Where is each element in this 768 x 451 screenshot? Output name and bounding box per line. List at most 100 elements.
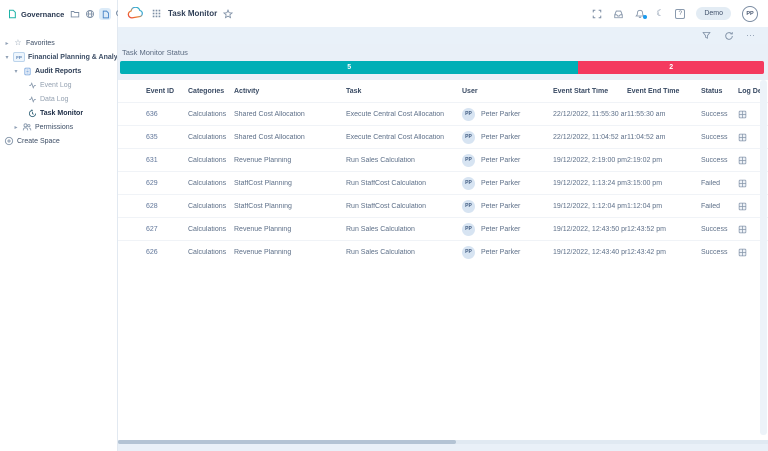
- event-id-link[interactable]: 635: [146, 134, 188, 141]
- activity-cell: StaffCost Planning: [234, 203, 346, 210]
- refresh-icon[interactable]: [724, 31, 734, 41]
- sidebar-item-label: Audit Reports: [35, 68, 81, 75]
- sidebar-item-event-log[interactable]: Event Log: [0, 78, 117, 92]
- user-cell: PPPeter Parker: [462, 108, 553, 121]
- table-row[interactable]: 627 Calculations Revenue Planning Run Sa…: [118, 217, 768, 240]
- user-name: Peter Parker: [481, 111, 520, 118]
- event-id-link[interactable]: 627: [146, 226, 188, 233]
- table-row[interactable]: 629 Calculations StaffCost Planning Run …: [118, 171, 768, 194]
- fullscreen-icon[interactable]: [592, 9, 602, 19]
- table-row[interactable]: 635 Calculations Shared Cost Allocation …: [118, 125, 768, 148]
- categories-cell: Calculations: [188, 111, 234, 118]
- col-header-event-id[interactable]: Event ID: [146, 88, 188, 95]
- categories-cell: Calculations: [188, 249, 234, 256]
- jedox-cloud-logo[interactable]: [127, 7, 144, 20]
- sidebar-item-task-monitor[interactable]: Task Monitor: [0, 106, 117, 120]
- notifications-bell-icon[interactable]: [635, 9, 645, 19]
- end-time-cell: 3:15:00 pm: [627, 180, 701, 187]
- event-id-link[interactable]: 636: [146, 111, 188, 118]
- main-area: Task Monitor ☾ ? Demo PP: [118, 0, 768, 451]
- table-row[interactable]: 626 Calculations Revenue Planning Run Sa…: [118, 240, 768, 263]
- caret-down-icon[interactable]: ▾: [4, 54, 10, 61]
- start-time-cell: 22/12/2022, 11:04:52 am: [553, 134, 627, 141]
- help-icon[interactable]: ?: [675, 9, 685, 19]
- table-row[interactable]: 628 Calculations StaffCost Planning Run …: [118, 194, 768, 217]
- col-header-user[interactable]: User: [462, 88, 553, 95]
- task-cell: Execute Central Cost Allocation: [346, 134, 462, 141]
- user-cell: PPPeter Parker: [462, 131, 553, 144]
- user-avatar[interactable]: PP: [742, 6, 758, 22]
- table-row[interactable]: 636 Calculations Shared Cost Allocation …: [118, 102, 768, 125]
- end-time-cell: 12:43:42 pm: [627, 249, 701, 256]
- status-cell: Success: [701, 111, 738, 118]
- vertical-scrollbar[interactable]: [760, 80, 767, 435]
- end-time-cell: 12:43:52 pm: [627, 226, 701, 233]
- sidebar-item-label: Create Space: [17, 138, 60, 145]
- horizontal-scrollbar[interactable]: [118, 440, 768, 444]
- bottom-margin: [118, 444, 768, 451]
- user-cell: PPPeter Parker: [462, 154, 553, 167]
- start-time-cell: 19/12/2022, 1:12:04 pm: [553, 203, 627, 210]
- caret-right-icon[interactable]: ▸: [13, 124, 19, 131]
- categories-cell: Calculations: [188, 203, 234, 210]
- status-cell: Success: [701, 134, 738, 141]
- event-id-link[interactable]: 628: [146, 203, 188, 210]
- activity-cell: Revenue Planning: [234, 249, 346, 256]
- col-header-task[interactable]: Task: [346, 88, 462, 95]
- sidebar-item-data-log[interactable]: Data Log: [0, 92, 117, 106]
- sidebar-item-permissions[interactable]: ▸ Permissions: [0, 120, 117, 134]
- categories-cell: Calculations: [188, 134, 234, 141]
- more-options-icon[interactable]: [747, 35, 755, 37]
- notification-badge-dot: [643, 15, 647, 19]
- status-panel-title: Task Monitor Status: [118, 44, 768, 61]
- event-id-link[interactable]: 631: [146, 157, 188, 164]
- sidebar-item-create-space[interactable]: Create Space: [0, 134, 117, 148]
- event-id-link[interactable]: 629: [146, 180, 188, 187]
- report-book-icon: [22, 66, 32, 76]
- user-cell: PPPeter Parker: [462, 200, 553, 213]
- avatar: PP: [462, 223, 475, 236]
- col-header-end-time[interactable]: Event End Time: [627, 88, 701, 95]
- task-cell: Run StaffCost Calculation: [346, 180, 462, 187]
- user-name: Peter Parker: [481, 157, 520, 164]
- task-table: Event ID Categories Activity Task User E…: [118, 80, 768, 440]
- favorite-star-icon[interactable]: [223, 9, 233, 19]
- end-time-cell: 1:12:04 pm: [627, 203, 701, 210]
- sidebar-item-financial-planning[interactable]: ▾ FP Financial Planning & Analysis: [0, 50, 117, 64]
- inbox-icon[interactable]: [613, 9, 624, 19]
- sidebar-item-audit-reports[interactable]: ▾ Audit Reports: [0, 64, 117, 78]
- caret-right-icon[interactable]: ▸: [4, 40, 10, 47]
- table-row[interactable]: 631 Calculations Revenue Planning Run Sa…: [118, 148, 768, 171]
- col-header-start-time[interactable]: Event Start Time: [553, 88, 627, 95]
- avatar: PP: [462, 246, 475, 259]
- status-cell: Failed: [701, 203, 738, 210]
- document-icon[interactable]: [99, 8, 111, 20]
- col-header-status[interactable]: Status: [701, 88, 738, 95]
- task-cell: Run StaffCost Calculation: [346, 203, 462, 210]
- dark-mode-moon-icon[interactable]: ☾: [656, 9, 664, 18]
- globe-icon[interactable]: [84, 8, 96, 20]
- horizontal-scrollbar-thumb[interactable]: [118, 440, 456, 444]
- app-grid-icon[interactable]: [152, 9, 161, 18]
- sidebar-item-favorites[interactable]: ▸ ☆ Favorites: [0, 36, 117, 50]
- log-pulse-icon: [27, 80, 37, 90]
- sidebar-item-label: Permissions: [35, 124, 73, 131]
- end-time-cell: 2:19:02 pm: [627, 157, 701, 164]
- status-cell: Success: [701, 249, 738, 256]
- sidebar: Governance « ▸ ☆ Favorites ▾ F: [0, 0, 118, 451]
- select-all-cell: [118, 88, 146, 95]
- categories-cell: Calculations: [188, 180, 234, 187]
- sidebar-space-title: Governance: [21, 10, 64, 19]
- status-cell: Failed: [701, 180, 738, 187]
- event-id-link[interactable]: 626: [146, 249, 188, 256]
- col-header-activity[interactable]: Activity: [234, 88, 346, 95]
- task-cell: Execute Central Cost Allocation: [346, 111, 462, 118]
- col-header-categories[interactable]: Categories: [188, 88, 234, 95]
- caret-down-icon[interactable]: ▾: [13, 68, 19, 75]
- start-time-cell: 22/12/2022, 11:55:30 am: [553, 111, 627, 118]
- user-cell: PPPeter Parker: [462, 246, 553, 259]
- folder-icon[interactable]: [69, 8, 81, 20]
- avatar: PP: [462, 200, 475, 213]
- filter-funnel-icon[interactable]: [702, 31, 711, 40]
- categories-cell: Calculations: [188, 157, 234, 164]
